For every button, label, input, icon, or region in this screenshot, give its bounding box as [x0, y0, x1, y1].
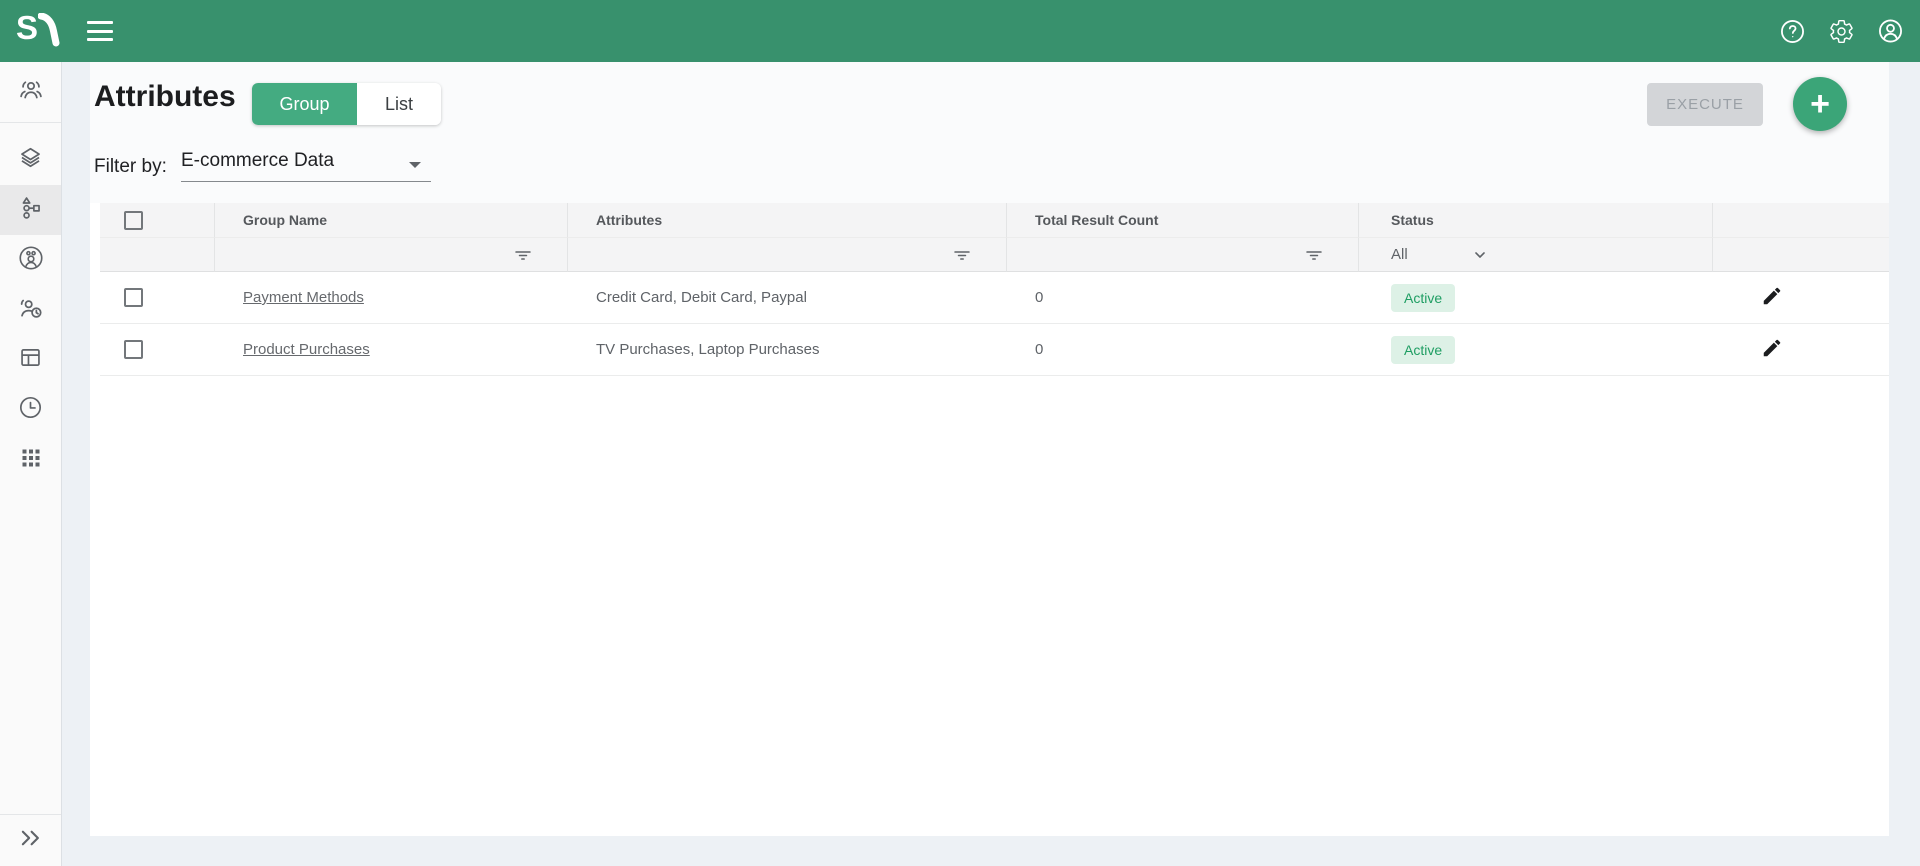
filter-cell-actions — [1713, 238, 1889, 272]
row-checkbox[interactable] — [124, 340, 143, 359]
row-cell-select — [100, 324, 215, 375]
topbar: S — [0, 0, 1920, 62]
table-row: Product Purchases TV Purchases, Laptop P… — [100, 324, 1889, 376]
attributes-flow-icon — [17, 194, 44, 226]
toggle-list-button[interactable]: List — [357, 83, 441, 125]
status-filter-select[interactable]: All — [1391, 246, 1712, 263]
sidebar-item-persona[interactable] — [0, 235, 61, 285]
header-cell-actions — [1713, 203, 1889, 238]
row-cell-group-name: Product Purchases — [215, 324, 568, 375]
row-cell-status: Active — [1359, 272, 1713, 323]
attributes-table: Group Name Attributes Total Result Count… — [100, 203, 1889, 376]
header-cell-group-name[interactable]: Group Name — [215, 203, 568, 238]
page-title: Attributes — [94, 80, 236, 114]
sidebar — [0, 62, 62, 866]
filter-cell-attributes — [568, 238, 1007, 272]
header-cell-attributes[interactable]: Attributes — [568, 203, 1007, 238]
table-header-row: Group Name Attributes Total Result Count… — [100, 203, 1889, 238]
sidebar-item-apps[interactable] — [0, 435, 61, 485]
sidebar-divider — [0, 122, 61, 123]
sidebar-item-attributes[interactable] — [0, 185, 61, 235]
row-cell-total-result-count: 0 — [1007, 272, 1359, 323]
row-cell-actions — [1713, 324, 1889, 375]
sidebar-item-dashboard[interactable] — [0, 335, 61, 385]
apps-grid-icon — [19, 446, 43, 475]
sidebar-item-layers[interactable] — [0, 135, 61, 185]
status-badge: Active — [1391, 336, 1455, 364]
audience-people-icon — [17, 76, 45, 109]
filter-by-select[interactable]: E-commerce Data — [181, 148, 431, 182]
app-logo[interactable]: S — [16, 10, 60, 52]
filter-list-icon[interactable] — [513, 246, 533, 264]
double-chevron-right-icon — [16, 823, 46, 858]
sidebar-item-history[interactable] — [0, 385, 61, 435]
filter-list-icon[interactable] — [952, 246, 972, 264]
layers-icon — [17, 144, 44, 176]
sidebar-expand-control[interactable] — [0, 814, 61, 866]
profiles-clock-icon — [17, 294, 45, 327]
add-button[interactable]: + — [1793, 77, 1847, 131]
account-icon[interactable] — [1877, 18, 1904, 45]
row-cell-group-name: Payment Methods — [215, 272, 568, 323]
header-cell-status[interactable]: Status — [1359, 203, 1713, 238]
edit-button[interactable] — [1761, 337, 1783, 362]
row-cell-actions — [1713, 272, 1889, 323]
toggle-group-button[interactable]: Group — [252, 83, 357, 125]
chevron-down-icon — [1472, 247, 1488, 263]
logo-swoosh-icon — [38, 13, 60, 52]
edit-button[interactable] — [1761, 285, 1783, 310]
history-clock-icon — [17, 394, 44, 426]
row-cell-attributes: TV Purchases, Laptop Purchases — [568, 324, 1007, 375]
filter-cell-status: All — [1359, 238, 1713, 272]
pencil-icon — [1761, 337, 1783, 362]
filter-by-value: E-commerce Data — [181, 150, 334, 172]
group-name-link[interactable]: Product Purchases — [243, 341, 370, 358]
sidebar-item-profiles[interactable] — [0, 285, 61, 335]
help-icon[interactable] — [1779, 18, 1806, 45]
main-content: Attributes Group List EXECUTE + Filter b… — [90, 62, 1889, 836]
table-row: Payment Methods Credit Card, Debit Card,… — [100, 272, 1889, 324]
status-filter-value: All — [1391, 246, 1408, 263]
header-cell-total-result-count[interactable]: Total Result Count — [1007, 203, 1359, 238]
row-cell-status: Active — [1359, 324, 1713, 375]
row-checkbox[interactable] — [124, 288, 143, 307]
filter-by-label: Filter by: — [94, 156, 167, 178]
filter-cell-group-name — [215, 238, 568, 272]
row-cell-attributes: Credit Card, Debit Card, Paypal — [568, 272, 1007, 323]
filter-cell-select — [100, 238, 215, 272]
execute-button[interactable]: EXECUTE — [1647, 83, 1763, 126]
row-cell-total-result-count: 0 — [1007, 324, 1359, 375]
header-cell-select — [100, 203, 215, 238]
settings-gear-icon[interactable] — [1828, 18, 1855, 45]
logo-letter: S — [16, 10, 37, 46]
filter-cell-total-result-count — [1007, 238, 1359, 272]
dropdown-arrow-icon — [409, 162, 421, 168]
view-toggle: Group List — [252, 83, 441, 125]
sidebar-item-audience[interactable] — [0, 62, 61, 122]
dashboard-table-icon — [17, 344, 44, 376]
pencil-icon — [1761, 285, 1783, 310]
select-all-checkbox[interactable] — [124, 211, 143, 230]
status-badge: Active — [1391, 284, 1455, 312]
row-cell-select — [100, 272, 215, 323]
group-name-link[interactable]: Payment Methods — [243, 289, 364, 306]
menu-hamburger-icon[interactable] — [87, 21, 113, 41]
filter-list-icon[interactable] — [1304, 246, 1324, 264]
table-filter-row: All — [100, 238, 1889, 272]
persona-circle-icon — [17, 244, 45, 277]
